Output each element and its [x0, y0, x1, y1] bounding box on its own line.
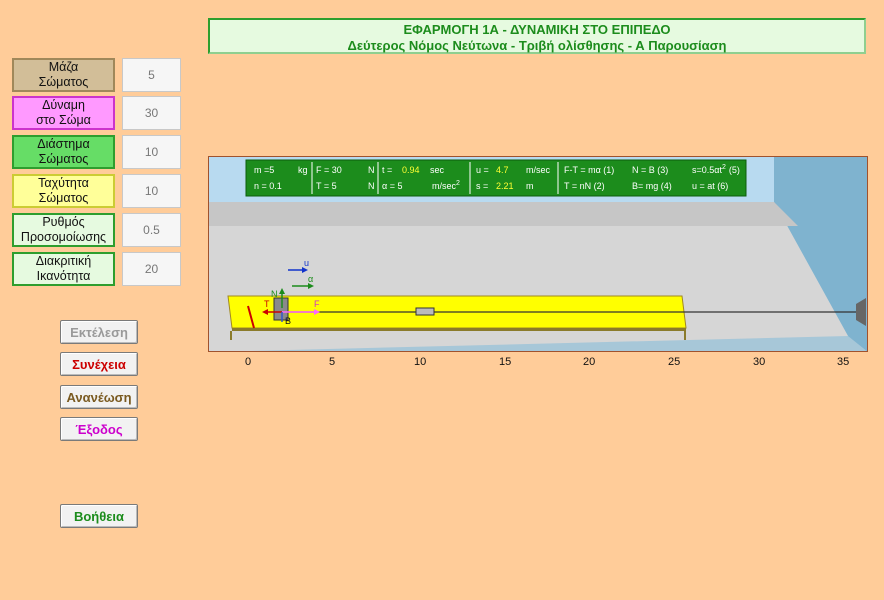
continue-button[interactable]: Συνέχεια: [60, 352, 138, 376]
param-input-5[interactable]: 20: [122, 252, 181, 286]
time-value: 0.94: [402, 165, 420, 175]
distance-unit: m: [526, 181, 534, 191]
velocity-unit: m/sec: [526, 165, 551, 175]
run-button[interactable]: Εκτέλεση: [60, 320, 138, 344]
tension-readout: T = 5: [316, 181, 337, 191]
title-line-1: ΕΦΑΡΜΟΓΗ 1Α - ΔΥΝΑΜΙΚΗ ΣΤΟ ΕΠΙΠΕΔΟ: [403, 22, 671, 37]
equation-4: B= mg (4): [632, 181, 672, 191]
velocity-value: 4.7: [496, 165, 509, 175]
board-edge: [232, 328, 686, 331]
force-readout: F = 30: [316, 165, 342, 175]
mass-unit: kg: [298, 165, 308, 175]
param-label-4: Ρυθμός Προσομοίωσης: [12, 213, 115, 247]
board-leg-right: [684, 331, 686, 340]
param-label-5: Διακριτική Ικανότητα: [12, 252, 115, 286]
param-label-line2: στο Σώμα: [36, 113, 91, 127]
normal-force-label: N: [271, 289, 278, 299]
friction-coef-readout: n = 0.1: [254, 181, 282, 191]
equation-5: s=0.5αt2 (5): [692, 164, 740, 175]
ruler-tick-label: 0: [245, 356, 252, 368]
param-input-2[interactable]: 10: [122, 135, 181, 169]
ruler-tick-label: 30: [753, 356, 766, 368]
exit-button[interactable]: Έξοδος: [60, 417, 138, 441]
mass-readout: m =5: [254, 165, 274, 175]
ruler-tick-label: 10: [414, 356, 427, 368]
tension-unit: N: [368, 181, 375, 191]
equation-2: T = nN (2): [564, 181, 605, 191]
readout-panel: m =5 kg F = 30 N t = 0.94 sec u = 4.7 m/…: [245, 159, 747, 197]
tension-label: T: [264, 299, 270, 309]
applied-force-label: F: [314, 299, 320, 309]
ruler-tick-label: 5: [329, 356, 336, 368]
param-label-line2: Σώματος: [38, 152, 89, 166]
param-label-2: Διάστημα Σώματος: [12, 135, 115, 169]
param-label-line2: Προσομοίωσης: [20, 230, 107, 244]
param-label-1: Δύναμη στο Σώμα: [12, 96, 115, 130]
spring-scale: [415, 307, 435, 316]
app-title: ΕΦΑΡΜΟΓΗ 1Α - ΔΥΝΑΜΙΚΗ ΣΤΟ ΕΠΙΠΕΔΟ Δεύτε…: [208, 18, 866, 54]
param-label-line2: Ικανότητα: [36, 269, 91, 283]
param-label-line2: Σώματος: [38, 75, 89, 89]
param-label-line1: Ρυθμός: [42, 215, 85, 229]
param-input-4[interactable]: 0.5: [122, 213, 181, 247]
velocity-vector-label: u: [304, 258, 309, 268]
time-label: t =: [382, 165, 392, 175]
param-input-1[interactable]: 30: [122, 96, 181, 130]
title-line-2: Δεύτερος Νόμος Νεύτωνα - Τριβή ολίσθησης…: [347, 38, 727, 53]
equation-1: F-T = mα (1): [564, 165, 614, 175]
ruler-tick-label: 35: [837, 356, 850, 368]
acceleration-vector-label: α: [308, 274, 313, 284]
time-unit: sec: [430, 165, 445, 175]
ruler-tick-label: 25: [668, 356, 681, 368]
force-unit: N: [368, 165, 375, 175]
floor-back: [208, 202, 798, 226]
velocity-label: u =: [476, 165, 489, 175]
accel-readout: α = 5: [382, 181, 402, 191]
distance-label: s =: [476, 181, 488, 191]
simulation-canvas: m =5 kg F = 30 N t = 0.94 sec u = 4.7 m/…: [208, 156, 868, 352]
distance-value: 2.21: [496, 181, 514, 191]
param-input-3[interactable]: 10: [122, 174, 181, 208]
param-label-0: Μάζα Σώματος: [12, 58, 115, 92]
equation-6: u = at (6): [692, 181, 728, 191]
board-leg-left: [230, 331, 232, 340]
help-button[interactable]: Βοήθεια: [60, 504, 138, 528]
equation-3: N = B (3): [632, 165, 668, 175]
weight-label: B: [285, 316, 291, 326]
param-input-0[interactable]: 5: [122, 58, 181, 92]
param-label-line1: Μάζα: [48, 60, 79, 74]
param-label-line2: Σώματος: [38, 191, 89, 205]
ruler-tick-label: 20: [583, 356, 596, 368]
param-label-line1: Δύναμη: [42, 98, 85, 112]
refresh-button[interactable]: Ανανέωση: [60, 385, 138, 409]
param-label-line1: Ταχύτητα: [38, 176, 89, 190]
param-label-line1: Διακριτική: [35, 254, 92, 268]
param-label-line1: Διάστημα: [37, 137, 90, 151]
accel-unit: m/sec2: [432, 180, 460, 191]
param-label-3: Ταχύτητα Σώματος: [12, 174, 115, 208]
ruler-tick-label: 15: [499, 356, 512, 368]
